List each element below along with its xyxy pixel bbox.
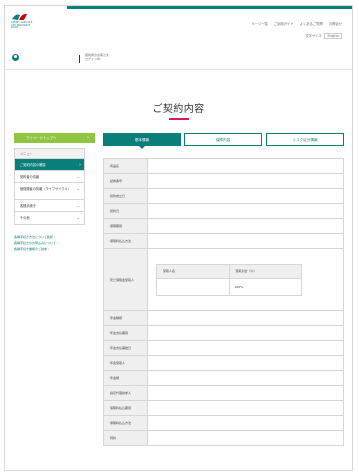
header-accent-line [67, 6, 352, 9]
page-frame: CREDIT AGRICOLE LIFE INSURANCE JAPAN ページ… [4, 5, 353, 471]
row-label: 商品名 [103, 158, 148, 174]
row-label: 保険料払込方法 [103, 415, 148, 431]
header-link-sitemap[interactable]: ページ一覧 [251, 22, 267, 26]
table-row: 保険料払込方法 [103, 415, 344, 431]
user-icon [12, 54, 19, 61]
beneficiary-name-value [156, 277, 230, 296]
page-title: ご契約内容 [152, 104, 205, 115]
sidebar-item-insured[interactable]: 被保険者の情報（ライフサイクル） ⌄ [15, 183, 84, 200]
row-label: 証券番号 [103, 173, 148, 189]
row-value [147, 218, 344, 234]
beneficiary-ratio-header: 受取割合（％） [228, 263, 302, 279]
sidebar-item-other[interactable]: その他 ⌄ [15, 212, 84, 224]
tab-basic-info[interactable]: 基本情報 [103, 133, 181, 149]
row-value [147, 325, 344, 341]
table-row: 保険期間 [103, 218, 344, 234]
row-label: 死亡保険金受取人 [103, 248, 148, 311]
sidebar-menu-heading: メニュー [15, 149, 84, 159]
row-label: 契約日 [103, 203, 148, 219]
sidebar-item-label: 各種手続き [20, 204, 36, 208]
row-label: 保険料払込方法 [103, 233, 148, 249]
sidebar-item-procedures[interactable]: 各種手続き ⌄ [15, 200, 84, 212]
user-bar-divider [79, 55, 80, 63]
table-row-beneficiary: 死亡保険金受取人 受取人名 受取割合（％） 100% [103, 248, 344, 311]
row-value [147, 310, 344, 326]
row-value [147, 340, 344, 356]
sidebar-menu: メニュー ご契約内容の確認 契約者の情報⌄ 被保険者の情報（ライフサイクル）⌄ … [14, 148, 85, 225]
table-row: 年金種類 [103, 310, 344, 326]
user-info: 契約者のお客さま ログイン中 [85, 53, 109, 61]
chevron-down-icon: ⌄ [76, 203, 80, 208]
sidebar-links: 各種手続き方法について確認 › 各種手続きのお申込みについて › 各種手続き書類… [14, 234, 95, 252]
site-header: CREDIT AGRICOLE LIFE INSURANCE JAPAN ページ… [5, 6, 352, 43]
chevron-down-icon: ⌄ [76, 174, 80, 179]
table-row: 商品名 [103, 158, 344, 174]
table-row: 年金支払期間 [103, 325, 344, 341]
font-size-label: 文字サイズ [305, 34, 322, 38]
row-label: 保険料払込期間 [103, 400, 148, 416]
contract-tabs: 基本情報 保障内容 リスク区分情報 [103, 133, 344, 149]
user-info-line-2: ログイン中 [85, 57, 101, 61]
sidebar: マイページトップへ メニュー ご契約内容の確認 契約者の情報 ⌄ 被保険者の情報（… [14, 133, 95, 252]
row-value [147, 370, 344, 386]
row-label: 特約 [103, 430, 148, 446]
table-row: 年金支払開始日 [103, 340, 344, 356]
header-sub-controls: 文字サイズ English [306, 33, 342, 39]
beneficiary-ratio-value: 100% [228, 277, 302, 296]
table-row: 保険料払込期間 [103, 400, 344, 416]
row-value [147, 355, 344, 371]
table-row: 年金額 [103, 370, 344, 386]
header-links: ページ一覧 ご利用ガイド よくあるご質問 お問合せ [246, 21, 342, 26]
language-button[interactable]: English [324, 33, 342, 39]
tab-coverage[interactable]: 保障内容 [184, 133, 262, 146]
row-value [147, 233, 344, 249]
page-title-underline [169, 118, 189, 120]
row-value [147, 415, 344, 431]
table-row: 年金受取人 [103, 355, 344, 371]
mypage-top-button[interactable]: マイページトップへ [14, 133, 95, 143]
table-row: 契約日 [103, 203, 344, 219]
row-label: 年金種類 [103, 310, 148, 326]
sidebar-item-contract-details[interactable]: ご契約内容の確認 [15, 159, 84, 171]
logo-line-3: JAPAN [11, 26, 18, 30]
table-row: 証券番号 [103, 173, 344, 189]
row-label: 年金受取人 [103, 355, 148, 371]
row-label: 保険期間 [103, 218, 148, 234]
table-row: 指定代理請求人 [103, 385, 344, 401]
row-value [147, 173, 344, 189]
sidebar-item-policyholder[interactable]: 契約者の情報 ⌄ [15, 171, 84, 183]
sidebar-item-label: 被保険者の情報（ライフサイクル） [20, 187, 71, 191]
row-value [147, 203, 344, 219]
header-link-faq[interactable]: よくあるご質問 [300, 22, 323, 26]
row-label: 指定代理請求人 [103, 385, 148, 401]
company-logo[interactable]: CREDIT AGRICOLE LIFE INSURANCE JAPAN [11, 12, 51, 36]
table-row: 契約成立日 [103, 188, 344, 204]
tab-risk-info[interactable]: リスク区分情報 [266, 133, 344, 146]
beneficiary-table: 受取人名 受取割合（％） 100% [156, 263, 302, 296]
beneficiary-name-header: 受取人名 [156, 263, 230, 279]
row-label: 契約成立日 [103, 188, 148, 204]
row-label: 年金支払期間 [103, 325, 148, 341]
table-row: 特約 [103, 430, 344, 446]
row-label: 年金額 [103, 370, 148, 386]
contract-details-table: 商品名 証券番号 契約成立日 契約日 保険期間 保険料払込方法 死亡保険金受取人… [103, 158, 344, 446]
header-link-contact[interactable]: お問合せ [329, 22, 342, 26]
row-value: 受取人名 受取割合（％） 100% [147, 248, 344, 311]
row-value [147, 400, 344, 416]
header-link-guide[interactable]: ご利用ガイド [274, 22, 294, 26]
user-bar: 契約者のお客さま ログイン中 [5, 46, 352, 70]
sidebar-item-label: 契約者の情報 [20, 175, 40, 179]
sidebar-item-label: その他 [20, 216, 30, 220]
row-label: 年金支払開始日 [103, 340, 148, 356]
row-value [147, 188, 344, 204]
row-value [147, 430, 344, 446]
row-value [147, 385, 344, 401]
chevron-down-icon: ⌄ [76, 215, 80, 220]
table-row: 保険料払込方法 [103, 233, 344, 249]
sidebar-link-3[interactable]: 各種手続き書類のご請求 › [14, 246, 95, 252]
row-value [147, 158, 344, 174]
chevron-down-icon: ⌄ [76, 186, 80, 191]
